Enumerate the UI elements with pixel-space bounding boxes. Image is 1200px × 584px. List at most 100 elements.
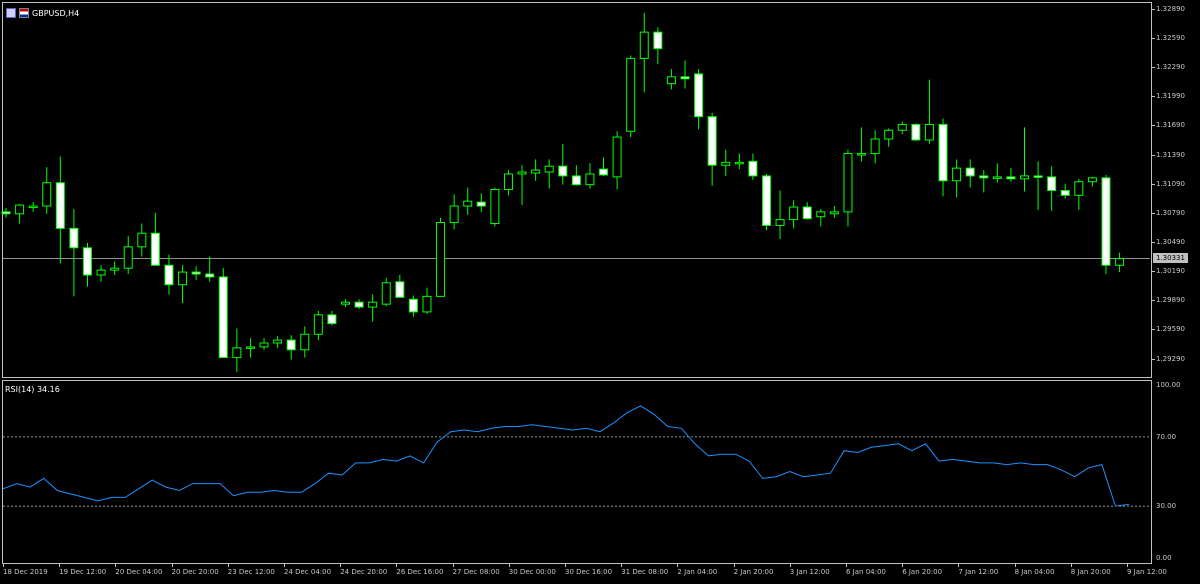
price-scale-label: 1.29290 [1156, 354, 1185, 363]
price-scale-label: 1.29590 [1156, 325, 1185, 334]
rsi-scale-label: 70.00 [1156, 432, 1177, 441]
bull-candle [436, 222, 446, 297]
bear-candle [1006, 176, 1016, 180]
current-price-tag: 1.30331 [1153, 253, 1188, 264]
bull-candle [1074, 181, 1084, 196]
bull-candle [775, 219, 785, 226]
bull-candle [1020, 175, 1029, 180]
rsi-scale-label: 30.00 [1156, 502, 1177, 511]
bear-candle [191, 271, 201, 275]
bull-candle [531, 169, 541, 174]
bull-candle [897, 123, 907, 131]
bull-candle [110, 267, 120, 271]
bear-candle [218, 276, 228, 359]
bear-candle [354, 301, 364, 308]
bull-candle [259, 342, 269, 348]
price-scale-tick [1152, 300, 1155, 302]
symbol-label: GBPUSD,H4 [32, 8, 80, 18]
time-axis-tick [1014, 564, 1016, 567]
bull-candle [884, 129, 894, 140]
bull-candle [313, 314, 323, 335]
bear-candle [802, 206, 812, 220]
bear-candle [476, 201, 486, 207]
price-scale-tick [1152, 329, 1155, 331]
time-axis-label: 2 Jan 04:00 [677, 568, 718, 576]
time-axis-label: 8 Jan 04:00 [1014, 568, 1055, 576]
price-scale-tick [1152, 241, 1155, 243]
bull-candle [300, 333, 310, 351]
time-axis-label: 8 Jan 20:00 [1070, 568, 1111, 576]
bear-candle [599, 168, 609, 176]
time-axis-tick [677, 564, 679, 567]
bull-candle [612, 136, 622, 178]
bull-candle [15, 204, 25, 215]
time-axis-tick [1127, 564, 1128, 567]
time-axis-tick [902, 564, 904, 567]
time-axis-label: 18 Dec 2019 [3, 568, 48, 576]
bear-candle [327, 314, 337, 325]
bear-candle [286, 339, 296, 351]
price-scale-label: 1.31990 [1156, 92, 1185, 101]
bull-candle [857, 153, 867, 156]
bear-candle [653, 31, 663, 50]
bull-candle [952, 167, 962, 182]
bull-candle [666, 76, 676, 85]
price-scale-tick [1152, 183, 1155, 185]
time-axis-tick [621, 564, 623, 567]
time-axis-tick [115, 564, 117, 567]
bull-candle [816, 211, 826, 218]
bull-candle [517, 171, 527, 175]
price-scale[interactable]: 1.32890 1.32590 1.32290 1.31990 1.31690 1.313… [1152, 2, 1200, 378]
price-scale-label: 1.32290 [1156, 63, 1185, 72]
price-scale-label: 1.29890 [1156, 296, 1185, 305]
bear-candle [748, 160, 758, 177]
bear-candle [205, 273, 215, 278]
bear-candle [69, 227, 79, 249]
bull-candle [123, 246, 133, 269]
price-scale-tick [1152, 271, 1155, 273]
time-axis-label: 7 Jan 12:00 [958, 568, 999, 576]
time-axis-tick [340, 564, 342, 567]
bear-candle [1033, 175, 1043, 178]
rsi-line [2, 405, 1130, 507]
bear-candle [1060, 189, 1070, 196]
time-axis-tick [452, 564, 454, 567]
chart-plot-area [1, 12, 1150, 507]
bull-candle [1115, 257, 1125, 266]
bull-candle [28, 205, 38, 209]
time-axis-label: 23 Dec 12:00 [227, 568, 275, 576]
time-axis-tick [284, 564, 285, 567]
bear-candle [1101, 177, 1111, 266]
bear-candle [911, 123, 921, 141]
time-axis-tick [3, 564, 4, 567]
time-axis-label: 6 Jan 04:00 [846, 568, 886, 576]
bull-candle [490, 189, 500, 225]
bear-candle [761, 175, 771, 226]
time-axis-tick [846, 564, 847, 567]
bull-candle [273, 339, 283, 344]
chart-title: GBPUSD,H4 [6, 7, 79, 19]
bull-candle [639, 31, 649, 59]
bear-candle [1, 211, 11, 215]
bull-candle [381, 282, 391, 305]
bull-candle [232, 347, 242, 359]
chart-window[interactable]: GBPUSD,H4 RSI(14) 34.16 1.32890 1.32590 1.… [0, 0, 1200, 584]
bear-candle [680, 76, 690, 80]
rsi-scale-label: 100.00 [1156, 381, 1181, 389]
time-axis-label: 30 Dec 16:00 [565, 568, 613, 576]
bear-candle [979, 175, 989, 179]
price-scale-tick [1152, 67, 1155, 69]
price-scale-tick [1152, 125, 1155, 127]
bear-candle [408, 298, 418, 313]
time-axis-tick [789, 564, 791, 567]
time-axis-label: 26 Dec 16:00 [396, 568, 444, 576]
time-axis-tick [958, 564, 960, 567]
time-axis-tick [565, 564, 566, 567]
price-scale-tick [1152, 96, 1155, 98]
bear-candle [1047, 176, 1057, 191]
time-axis-label: 27 Dec 08:00 [452, 568, 500, 576]
rsi-scale[interactable]: 100.00 70.00 30.00 0.00 [1152, 380, 1200, 564]
time-axis-label: 9 Jan 12:00 [1127, 568, 1167, 576]
bear-candle [164, 264, 174, 286]
symbol-flag-icon [19, 8, 29, 18]
